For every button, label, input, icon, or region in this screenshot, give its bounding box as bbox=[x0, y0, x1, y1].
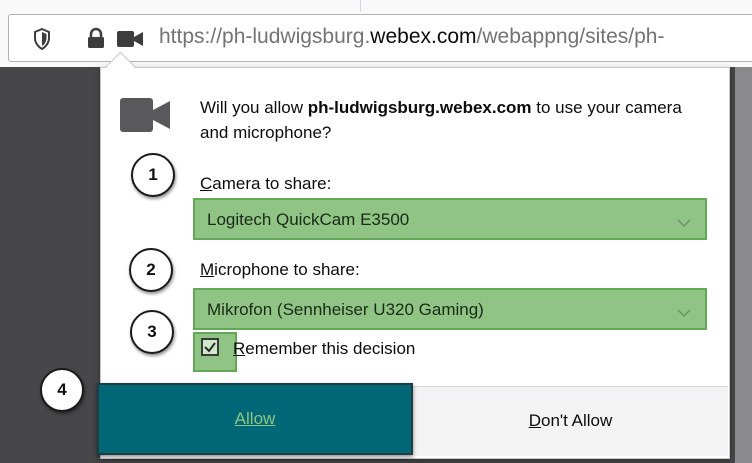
remember-checkbox[interactable] bbox=[201, 338, 219, 356]
annotation-badge-2: 2 bbox=[129, 248, 173, 292]
remember-label[interactable]: Remember this decision bbox=[233, 339, 415, 359]
camera-icon bbox=[120, 98, 170, 137]
url-suffix: /webappng/sites/ph- bbox=[476, 25, 665, 48]
camera-permission-icon[interactable] bbox=[117, 31, 143, 52]
dont-allow-label: Don't Allow bbox=[413, 411, 728, 431]
allow-key: A bbox=[234, 409, 247, 428]
camera-label: Camera to share: bbox=[200, 174, 331, 194]
chevron-down-icon bbox=[677, 303, 691, 323]
tab-strip bbox=[0, 0, 752, 12]
url-host: webex.com bbox=[370, 25, 477, 48]
microphone-select[interactable]: Mikrofon (Sennheiser U320 Gaming) bbox=[193, 288, 707, 330]
allow-label: Allow bbox=[99, 409, 411, 429]
question-site: ph-ludwigsburg.webex.com bbox=[307, 98, 532, 117]
question-prefix: Will you allow bbox=[200, 98, 308, 117]
dont-allow-rest: on't Allow bbox=[540, 411, 613, 430]
url-prefix: https://ph-ludwigsburg. bbox=[159, 25, 371, 48]
check-icon bbox=[204, 342, 216, 353]
camera-label-key: C bbox=[200, 174, 213, 193]
microphone-label-key: M bbox=[200, 260, 215, 279]
microphone-label-rest: icrophone to share: bbox=[214, 260, 360, 279]
page-backdrop-edge bbox=[735, 67, 752, 463]
annotation-badge-1: 1 bbox=[131, 153, 175, 197]
camera-label-rest: amera to share: bbox=[212, 174, 332, 193]
allow-button[interactable]: Allow bbox=[97, 383, 413, 455]
chevron-down-icon bbox=[677, 213, 691, 233]
camera-select-value: Logitech QuickCam E3500 bbox=[207, 210, 410, 229]
tab-divider bbox=[360, 0, 361, 12]
dont-allow-button[interactable]: Don't Allow bbox=[413, 386, 728, 456]
dont-allow-key: D bbox=[528, 411, 541, 430]
url-text[interactable]: https://ph-ludwigsburg.webex.com/webappn… bbox=[159, 25, 664, 49]
shield-icon[interactable] bbox=[33, 27, 51, 55]
microphone-label: Microphone to share: bbox=[200, 260, 360, 280]
remember-label-key: R bbox=[233, 339, 246, 358]
permission-question: Will you allow ph-ludwigsburg.webex.com … bbox=[200, 95, 700, 145]
allow-rest: llow bbox=[246, 409, 276, 428]
annotation-badge-3: 3 bbox=[130, 310, 174, 354]
remember-label-rest: emember this decision bbox=[245, 339, 416, 358]
camera-select[interactable]: Logitech QuickCam E3500 bbox=[193, 198, 707, 240]
lock-icon[interactable] bbox=[87, 27, 105, 54]
microphone-select-value: Mikrofon (Sennheiser U320 Gaming) bbox=[207, 300, 484, 319]
annotation-badge-4: 4 bbox=[40, 368, 84, 412]
